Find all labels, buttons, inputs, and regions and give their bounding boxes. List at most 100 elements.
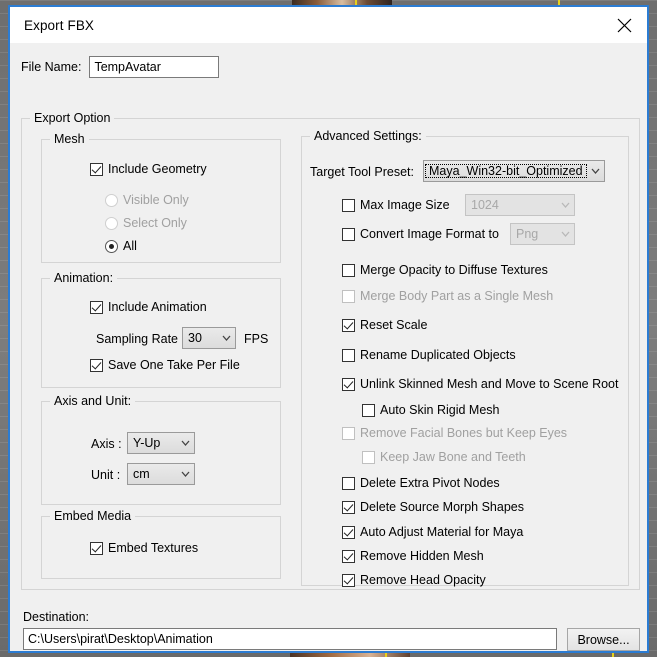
checkbox-auto-skin-rigid-mesh[interactable]: Auto Skin Rigid Mesh xyxy=(362,403,500,417)
checkbox-label: Auto Adjust Material for Maya xyxy=(360,525,524,539)
checkbox-box xyxy=(342,227,355,241)
fps-label: FPS xyxy=(244,332,269,346)
convert-image-format-dropdown[interactable]: Png xyxy=(510,223,575,245)
checkbox-auto-adjust-material-for-maya[interactable]: Auto Adjust Material for Maya xyxy=(342,525,523,539)
checkbox-box xyxy=(342,263,355,277)
convert-image-format-value: Png xyxy=(516,227,539,241)
chevron-down-icon xyxy=(557,231,574,237)
export-fbx-dialog: Export FBX File Name: TempAvatar Export … xyxy=(8,5,649,653)
checkbox-box xyxy=(90,358,103,372)
checkbox-label: Unlink Skinned Mesh and Move to Scene Ro… xyxy=(360,377,619,391)
checkbox-merge-opacity-to-diffuse-textures[interactable]: Merge Opacity to Diffuse Textures xyxy=(342,263,548,277)
chevron-down-icon xyxy=(177,471,194,477)
mesh-legend: Mesh xyxy=(50,132,89,146)
axis-value: Y-Up xyxy=(133,436,161,450)
browse-button[interactable]: Browse... xyxy=(567,628,640,651)
checkbox-box xyxy=(342,500,355,514)
radio-label: All xyxy=(123,239,137,253)
checkbox-remove-facial-bones-but-keep-eyes[interactable]: Remove Facial Bones but Keep Eyes xyxy=(342,426,567,440)
radio-box xyxy=(105,239,118,253)
sampling-rate-label: Sampling Rate : xyxy=(96,332,185,346)
checkbox-label: Remove Facial Bones but Keep Eyes xyxy=(360,426,568,440)
advanced-settings-legend: Advanced Settings: xyxy=(310,129,426,143)
checkbox-label: Include Geometry xyxy=(108,162,207,176)
checkbox-box xyxy=(342,426,355,440)
checkbox-include-geometry[interactable]: Include Geometry xyxy=(90,162,207,176)
checkbox-label: Convert Image Format to xyxy=(360,227,499,241)
checkbox-save-one-take-per-file[interactable]: Save One Take Per File xyxy=(90,358,240,372)
radio-box xyxy=(105,216,118,230)
sampling-rate-dropdown[interactable]: 30 xyxy=(182,327,236,349)
embed-media-legend: Embed Media xyxy=(50,509,136,523)
checkbox-box xyxy=(342,348,355,362)
checkbox-box xyxy=(342,476,355,490)
checkbox-box xyxy=(342,198,355,212)
radio-visible-only[interactable]: Visible Only xyxy=(105,193,189,207)
destination-input[interactable]: C:\Users\pirat\Desktop\Animation xyxy=(23,628,557,650)
checkbox-label: Merge Body Part as a Single Mesh xyxy=(360,289,554,303)
checkbox-box xyxy=(90,541,103,555)
file-name-row: File Name: TempAvatar xyxy=(21,54,636,80)
checkbox-include-animation[interactable]: Include Animation xyxy=(90,300,207,314)
checkbox-box xyxy=(362,450,375,464)
dialog-body: File Name: TempAvatar Export Option Mesh… xyxy=(10,43,647,651)
unit-dropdown[interactable]: cm xyxy=(127,463,195,485)
checkbox-label: Delete Extra Pivot Nodes xyxy=(360,476,500,490)
dialog-title: Export FBX xyxy=(24,17,95,33)
sampling-rate-value: 30 xyxy=(188,331,202,345)
axis-label: Axis : xyxy=(91,437,122,451)
checkbox-rename-duplicated-objects[interactable]: Rename Duplicated Objects xyxy=(342,348,516,362)
checkbox-unlink-skinned-mesh[interactable]: Unlink Skinned Mesh and Move to Scene Ro… xyxy=(342,377,618,391)
checkbox-remove-head-opacity[interactable]: Remove Head Opacity xyxy=(342,573,486,587)
target-tool-preset-dropdown[interactable]: Maya_Win32-bit_Optimized xyxy=(423,160,605,182)
animation-legend: Animation: xyxy=(50,271,118,285)
export-option-legend: Export Option xyxy=(30,111,115,125)
checkbox-label: Max Image Size xyxy=(360,198,450,212)
radio-label: Select Only xyxy=(123,216,187,230)
checkbox-convert-image-format[interactable]: Convert Image Format to xyxy=(342,227,499,241)
chevron-down-icon xyxy=(587,168,604,174)
target-tool-preset-value: Maya_Win32-bit_Optimized xyxy=(425,164,587,178)
checkbox-box xyxy=(342,377,355,391)
radio-label: Visible Only xyxy=(123,193,189,207)
radio-all[interactable]: All xyxy=(105,239,137,253)
checkbox-label: Remove Head Opacity xyxy=(360,573,486,587)
checkbox-box xyxy=(362,403,375,417)
checkbox-label: Auto Skin Rigid Mesh xyxy=(380,403,500,417)
checkbox-box xyxy=(90,300,103,314)
radio-box xyxy=(105,193,118,207)
file-name-input[interactable]: TempAvatar xyxy=(89,56,220,78)
checkbox-delete-source-morph-shapes[interactable]: Delete Source Morph Shapes xyxy=(342,500,524,514)
checkbox-box xyxy=(90,162,103,176)
checkbox-remove-hidden-mesh[interactable]: Remove Hidden Mesh xyxy=(342,549,484,563)
checkbox-max-image-size[interactable]: Max Image Size xyxy=(342,198,450,212)
file-name-label: File Name: xyxy=(21,60,82,74)
chevron-down-icon xyxy=(218,335,235,341)
close-icon[interactable] xyxy=(601,7,647,43)
checkbox-label: Delete Source Morph Shapes xyxy=(360,500,524,514)
checkbox-box xyxy=(342,289,355,303)
destination-label: Destination: xyxy=(23,610,90,624)
unit-label: Unit : xyxy=(91,468,121,482)
unit-value: cm xyxy=(133,467,150,481)
chevron-down-icon xyxy=(557,202,574,208)
checkbox-box xyxy=(342,525,355,539)
checkbox-label: Remove Hidden Mesh xyxy=(360,549,484,563)
checkbox-label: Reset Scale xyxy=(360,318,428,332)
axis-dropdown[interactable]: Y-Up xyxy=(127,432,195,454)
max-image-size-value: 1024 xyxy=(471,198,499,212)
checkbox-merge-body-part-as-single-mesh[interactable]: Merge Body Part as a Single Mesh xyxy=(342,289,553,303)
chevron-down-icon xyxy=(177,440,194,446)
checkbox-box xyxy=(342,549,355,563)
checkbox-embed-textures[interactable]: Embed Textures xyxy=(90,541,198,555)
max-image-size-dropdown[interactable]: 1024 xyxy=(465,194,575,216)
target-tool-preset-label: Target Tool Preset: xyxy=(310,165,414,179)
checkbox-keep-jaw-bone-and-teeth[interactable]: Keep Jaw Bone and Teeth xyxy=(362,450,526,464)
checkbox-label: Embed Textures xyxy=(108,541,199,555)
checkbox-label: Include Animation xyxy=(108,300,207,314)
checkbox-delete-extra-pivot-nodes[interactable]: Delete Extra Pivot Nodes xyxy=(342,476,500,490)
axis-unit-legend: Axis and Unit: xyxy=(50,394,136,408)
checkbox-label: Merge Opacity to Diffuse Textures xyxy=(360,263,548,277)
radio-select-only[interactable]: Select Only xyxy=(105,216,187,230)
checkbox-reset-scale[interactable]: Reset Scale xyxy=(342,318,427,332)
